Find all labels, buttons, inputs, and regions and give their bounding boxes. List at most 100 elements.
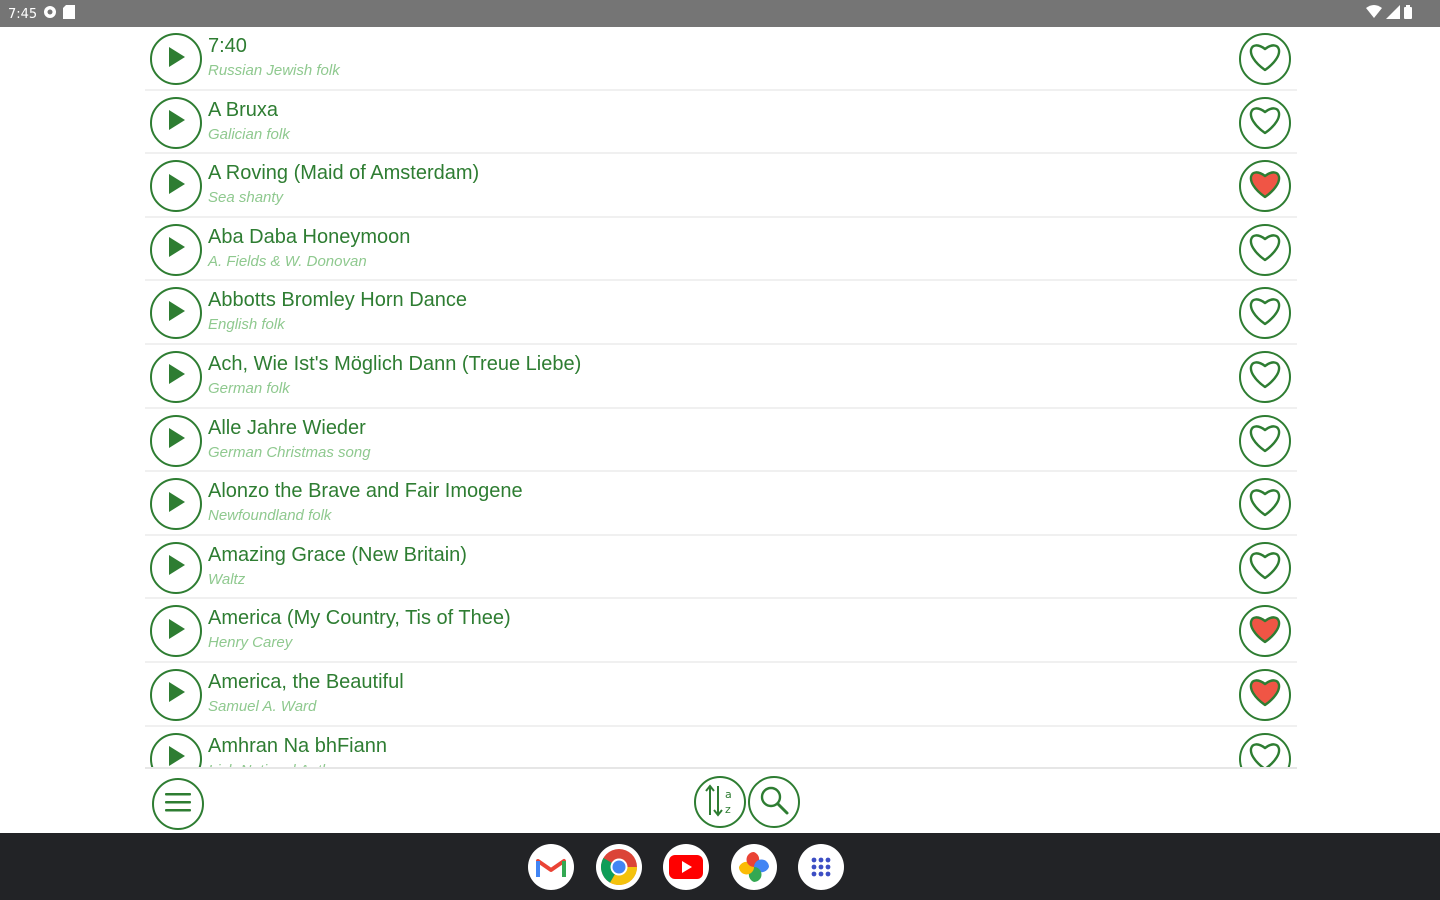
song-row: Alle Jahre Wieder German Christmas song <box>145 409 1297 473</box>
status-left: 7:45 <box>8 5 76 23</box>
song-subtitle: Samuel A. Ward <box>208 697 317 715</box>
song-title: Alle Jahre Wieder <box>208 416 366 439</box>
song-row: Abbotts Bromley Horn Dance English folk <box>145 281 1297 345</box>
status-bar: 7:45 <box>0 0 1440 27</box>
play-icon <box>165 428 187 453</box>
song-row: 7:40 Russian Jewish folk <box>145 27 1297 91</box>
heart-icon <box>1248 105 1282 140</box>
song-subtitle: Sea shanty <box>208 189 284 207</box>
sd-card-icon <box>63 5 76 23</box>
play-icon <box>165 237 187 262</box>
play-icon <box>165 173 187 199</box>
song-subtitle: Henry Carey <box>208 634 293 652</box>
play-button[interactable] <box>150 350 202 403</box>
search-icon <box>758 784 790 821</box>
song-title: Abbotts Bromley Horn Dance <box>208 289 468 312</box>
play-button[interactable] <box>150 33 202 85</box>
favorite-button[interactable] <box>1239 33 1291 85</box>
favorite-button[interactable] <box>1239 414 1291 467</box>
song-title: Amazing Grace (New Britain) <box>208 543 467 566</box>
youtube-icon[interactable] <box>663 844 709 890</box>
svg-text:a: a <box>725 788 732 801</box>
app-drawer-icon[interactable] <box>798 844 844 890</box>
play-button[interactable] <box>150 668 202 721</box>
heart-icon <box>1248 42 1282 77</box>
favorite-button[interactable] <box>1239 350 1291 403</box>
song-subtitle: Irish National Anthem <box>208 762 351 767</box>
wifi-icon <box>1366 5 1382 24</box>
play-button[interactable] <box>150 478 202 531</box>
play-button[interactable] <box>150 414 202 467</box>
heart-icon <box>1248 423 1282 458</box>
favorite-button[interactable] <box>1239 541 1291 594</box>
play-icon <box>165 618 187 644</box>
song-row: Amazing Grace (New Britain) Waltz <box>145 536 1297 600</box>
song-row: A Bruxa Galician folk <box>145 91 1297 155</box>
play-button[interactable] <box>150 605 202 658</box>
dock-bar <box>0 833 1440 900</box>
heart-icon <box>1248 487 1282 522</box>
heart-icon <box>1248 232 1282 267</box>
signal-icon <box>1386 5 1400 24</box>
chrome-icon[interactable] <box>596 844 642 890</box>
heart-icon <box>1248 296 1282 331</box>
favorite-button[interactable] <box>1239 160 1291 213</box>
heart-icon <box>1248 550 1282 585</box>
bottom-toolbar: a z <box>0 770 1440 833</box>
song-subtitle: Newfoundland folk <box>208 507 332 525</box>
song-row: America, the Beautiful Samuel A. Ward <box>145 663 1297 727</box>
song-row: Aba Daba Honeymoon A. Fields & W. Donova… <box>145 218 1297 282</box>
photos-icon[interactable] <box>731 844 777 890</box>
favorite-button[interactable] <box>1239 478 1291 531</box>
play-button[interactable] <box>150 541 202 594</box>
play-button[interactable] <box>150 732 202 767</box>
song-row: A Roving (Maid of Amsterdam) Sea shanty <box>145 154 1297 218</box>
play-icon <box>165 491 187 517</box>
heart-filled-icon <box>1248 614 1282 649</box>
heart-icon <box>1248 359 1282 394</box>
heart-filled-icon <box>1248 169 1282 204</box>
song-title: A Roving (Maid of Amsterdam) <box>208 162 480 185</box>
song-row: Amhran Na bhFiann Irish National Anthem <box>145 727 1297 767</box>
menu-button[interactable] <box>152 778 204 830</box>
song-title: Ach, Wie Ist's Möglich Dann (Treue Liebe… <box>208 352 582 375</box>
favorite-button[interactable] <box>1239 668 1291 721</box>
song-subtitle: German Christmas song <box>208 443 371 461</box>
song-list[interactable]: 7:40 Russian Jewish folk A Bruxa Galicia… <box>145 27 1297 769</box>
song-row: Alonzo the Brave and Fair Imogene Newfou… <box>145 472 1297 536</box>
search-button[interactable] <box>748 776 800 828</box>
battery-icon <box>1404 5 1412 24</box>
favorite-button[interactable] <box>1239 732 1291 767</box>
song-subtitle: German folk <box>208 379 290 397</box>
play-button[interactable] <box>150 223 202 276</box>
svg-text:z: z <box>725 803 731 816</box>
play-button[interactable] <box>150 160 202 213</box>
song-title: Aba Daba Honeymoon <box>208 225 411 248</box>
favorite-button[interactable] <box>1239 223 1291 276</box>
favorite-button[interactable] <box>1239 96 1291 149</box>
song-title: Amhran Na bhFiann <box>208 734 387 757</box>
play-button[interactable] <box>150 287 202 340</box>
sort-button[interactable]: a z <box>694 776 746 828</box>
play-button[interactable] <box>150 96 202 149</box>
song-title: Alonzo the Brave and Fair Imogene <box>208 480 523 503</box>
favorite-button[interactable] <box>1239 287 1291 340</box>
sort-az-icon: a z <box>701 781 739 824</box>
heart-icon <box>1248 741 1282 767</box>
play-icon <box>165 110 187 135</box>
heart-filled-icon <box>1248 677 1282 712</box>
settings-icon <box>43 5 57 23</box>
status-right <box>1366 5 1412 24</box>
gmail-icon[interactable] <box>528 844 574 890</box>
favorite-button[interactable] <box>1239 605 1291 658</box>
play-icon <box>165 746 187 767</box>
song-subtitle: A. Fields & W. Donovan <box>208 252 367 270</box>
play-icon <box>165 364 187 389</box>
status-time: 7:45 <box>8 6 38 22</box>
song-row: America (My Country, Tis of Thee) Henry … <box>145 599 1297 663</box>
play-icon <box>165 46 187 72</box>
song-row: Ach, Wie Ist's Möglich Dann (Treue Liebe… <box>145 345 1297 409</box>
song-subtitle: English folk <box>208 316 285 334</box>
song-title: America, the Beautiful <box>208 670 404 693</box>
play-icon <box>165 555 187 580</box>
